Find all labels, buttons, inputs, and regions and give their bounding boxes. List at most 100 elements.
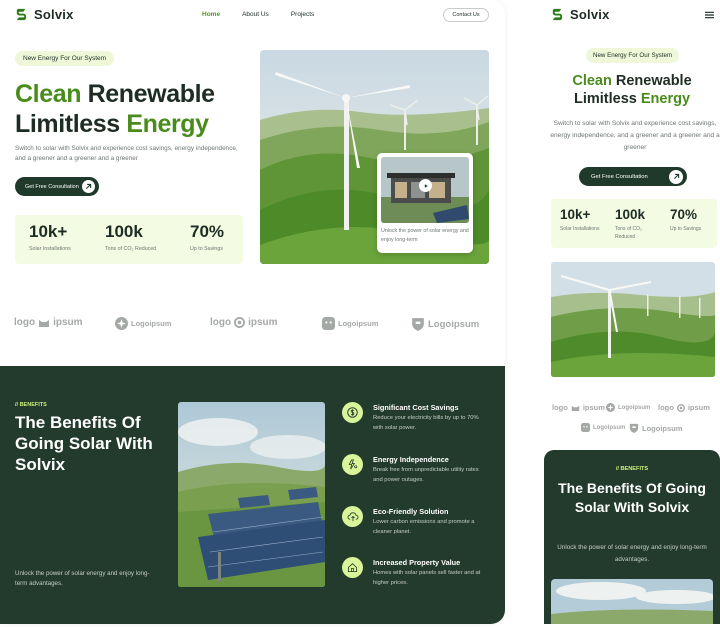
hero-title-dark-2: Limitless (15, 110, 120, 138)
hero-title-green-1: Clean (15, 80, 82, 108)
mobile-hero-badge: New Energy For Our System (586, 48, 680, 63)
stat-installations: 10k+ Solar Installations (560, 207, 606, 233)
mobile-partner-logos: logo ipsum Logoipsum logo ipsum Logoipsu… (544, 403, 720, 443)
mobile-benefits-section: // BENEFITS The Benefits Of Going Solar … (544, 450, 720, 624)
feature-title: Energy Independence (373, 455, 449, 464)
logo-word: ipsum (248, 317, 278, 328)
partner-logo-2: Logoipsum (606, 403, 650, 412)
feature-desc: Lower carbon emissions and promote a cle… (373, 519, 475, 535)
cloud-up-icon (342, 506, 363, 527)
circle-logo-icon (234, 317, 246, 328)
stat-installations: 10k+ Solar Installations (29, 222, 71, 252)
logo-word: Logoipsum (593, 424, 626, 431)
title-green: Energy (640, 91, 691, 107)
stat-value: 100k (615, 207, 646, 222)
top-nav: Solvix Home About Us Projects Contact Us (0, 0, 505, 30)
nav-about[interactable]: About Us (242, 11, 269, 18)
solar-field-image (178, 402, 325, 587)
consultation-label: Get Free Consultation (591, 173, 648, 180)
logo-word: Logoipsum (338, 319, 379, 328)
stat-value: 70% (670, 207, 698, 222)
contact-button[interactable]: Contact Us (443, 8, 489, 22)
face-logo-icon (322, 317, 335, 330)
stat-value: 10k+ (560, 207, 591, 222)
feature-title: Significant Cost Savings (373, 403, 459, 412)
desktop-view: Solvix Home About Us Projects Contact Us… (0, 0, 505, 624)
logo-word: Logoipsum (131, 319, 172, 328)
stat-label: Solar Installations (29, 246, 71, 252)
shield-logo-icon (629, 423, 639, 433)
brand-name: Solvix (570, 7, 610, 22)
mobile-hero-title: Clean Renewable Limitless Energy (544, 72, 720, 108)
stat-label: Up to Savings (670, 226, 702, 232)
stat-label: Tons of CO₂ Reduced (615, 226, 642, 240)
stat-value: 100k (105, 222, 143, 241)
stat-label: Up to Savings (190, 246, 223, 252)
hero-title: Clean Renewable Limitless Energy (15, 79, 215, 139)
consultation-label: Get Free Consultation (25, 183, 79, 190)
page: Solvix Home About Us Projects Contact Us… (0, 0, 720, 627)
cat-shape-icon (39, 319, 50, 327)
benefits-tag: // BENEFITS (615, 466, 649, 472)
logo-word: Logoipsum (428, 318, 480, 330)
hamburger-icon[interactable] (705, 11, 714, 19)
stat-value: 70% (190, 222, 225, 241)
cat-shape-icon (571, 405, 580, 411)
mobile-wind-turbine-image (551, 262, 715, 377)
arrow-up-right-icon (669, 169, 683, 184)
dollar-icon (342, 402, 363, 423)
feature-desc: Break free from unpredictable utility ra… (373, 467, 479, 483)
flower-logo-icon (606, 403, 615, 412)
logo-word: Logoipsum (618, 404, 651, 411)
hero-subtitle: Switch to solar with Solvix and experien… (15, 145, 238, 162)
partner-logo-5: Logoipsum (629, 423, 682, 433)
partner-logo-5: Logoipsum (411, 317, 479, 331)
bolt-user-icon (342, 454, 363, 475)
solvix-logo-icon (552, 8, 563, 21)
partner-logo-4: Logoipsum (581, 423, 625, 432)
stat-label: Solar Installations (560, 226, 600, 232)
stat-co2: 100k Tons of CO₂ Reduced (615, 207, 661, 241)
nav-home[interactable]: Home (202, 11, 220, 18)
logo-word: ipsum (582, 403, 605, 412)
consultation-button[interactable]: Get Free Consultation (15, 177, 99, 196)
feature-title: Eco-Friendly Solution (373, 507, 449, 516)
hero-stats: 10k+ Solar Installations 100k Tons of CO… (15, 215, 243, 264)
mobile-hero-stats: 10k+ Solar Installations 100k Tons of CO… (551, 199, 717, 248)
partner-logo-3: logo ipsum (658, 403, 710, 412)
stat-savings: 70% Up to Savings (190, 222, 224, 252)
stat-savings: 70% Up to Savings (670, 207, 716, 233)
feature-title: Increased Property Value (373, 558, 461, 567)
flower-logo-icon (115, 317, 128, 330)
brand-logo[interactable]: Solvix (14, 7, 74, 22)
logo-word: logo (14, 317, 36, 328)
home-icon (342, 557, 363, 578)
mobile-view: Solvix New Energy For Our System Clean R… (544, 0, 720, 624)
title-dark: Limitless (573, 91, 637, 107)
logo-word: ipsum (53, 317, 83, 328)
partner-logo-2: Logoipsum (115, 317, 171, 330)
partner-logo-3: logo ipsum (210, 317, 278, 328)
logo-word: logo (552, 403, 568, 412)
mobile-consultation-button[interactable]: Get Free Consultation (579, 167, 687, 186)
benefits-description: Unlock the power of solar energy and enj… (15, 570, 150, 587)
hero-title-green-2: Energy (126, 110, 209, 138)
mobile-brand-logo[interactable]: Solvix (550, 7, 610, 22)
mobile-solar-field-image (551, 579, 713, 624)
mobile-hero-subtitle: Switch to solar with Solvix and experien… (550, 120, 720, 151)
shield-logo-icon (412, 318, 424, 331)
hero-card-text: Unlock the power of solar energy and enj… (381, 228, 469, 243)
partner-logo-1: logo ipsum (552, 403, 605, 412)
nav-projects[interactable]: Projects (291, 11, 314, 18)
partner-logo-4: Logoipsum (322, 317, 378, 330)
play-icon[interactable] (419, 179, 432, 192)
house-video-thumbnail[interactable] (381, 157, 469, 223)
title-green: Clean (572, 73, 612, 89)
solvix-logo-icon (16, 8, 27, 21)
benefits-title: The Benefits Of Going Solar With Solvix (558, 480, 706, 515)
feature-desc: Homes with solar panels sell faster and … (373, 570, 481, 586)
face-logo-icon (581, 423, 590, 432)
brand-name: Solvix (34, 7, 74, 22)
hero-info-card[interactable]: Unlock the power of solar energy and enj… (377, 153, 473, 253)
logo-word: logo (210, 317, 232, 328)
